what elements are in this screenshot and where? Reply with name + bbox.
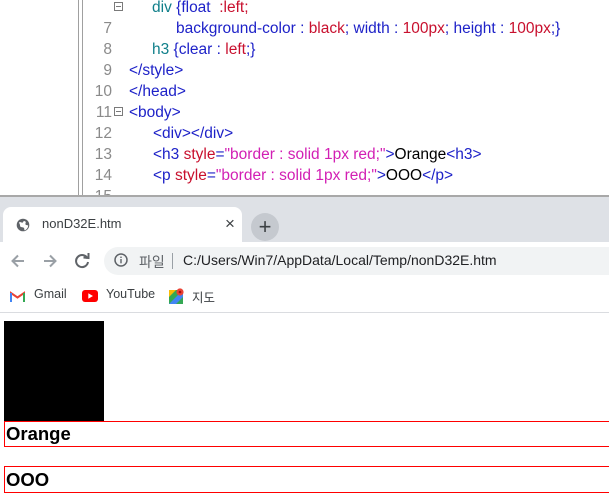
css-property: clear — [178, 41, 213, 58]
tab-strip: nonD32E.htm × + — [0, 197, 609, 242]
text-content: Orange — [394, 146, 447, 163]
gmail-icon — [10, 291, 25, 302]
code-text: div {float :left; — [152, 0, 249, 18]
css-property: background-color — [176, 20, 296, 37]
css-property: float — [181, 0, 211, 16]
attribute-value: "border : solid 1px red;" — [215, 167, 377, 184]
css-selector: div — [152, 0, 172, 16]
html-tag: <h3 — [153, 146, 184, 163]
code-punct: : — [212, 41, 226, 58]
css-property: width — [353, 20, 390, 37]
html-attribute: style — [183, 146, 216, 163]
code-punct: : — [295, 20, 309, 37]
code-line-13[interactable]: 13 <div></div> — [0, 123, 609, 163]
code-text: h3 {clear : left;} — [152, 39, 255, 60]
code-punct: ; — [244, 0, 249, 16]
fold-toggle-icon[interactable] — [114, 2, 123, 11]
css-property: height — [453, 20, 496, 37]
css-value: black — [308, 20, 345, 37]
code-punct: : — [210, 0, 224, 16]
code-punct: = — [215, 146, 225, 163]
browser-toolbar: 파일 C:/Users/Win7/AppData/Local/Temp/nonD… — [0, 242, 609, 280]
html-tag: </p> — [422, 167, 454, 184]
html-tag: > — [376, 167, 386, 184]
code-text: <h3 style="border : solid 1px red;">Oran… — [153, 144, 482, 165]
maps-icon — [169, 288, 184, 304]
code-punct: ;} — [550, 20, 561, 37]
code-line-10[interactable]: 10 </style> — [0, 60, 609, 100]
orange-heading: Orange — [4, 421, 609, 447]
code-punct: ;} — [245, 41, 256, 58]
close-tab-icon[interactable]: × — [221, 214, 239, 234]
html-tag: </head> — [129, 83, 186, 100]
forward-arrow-icon[interactable] — [37, 248, 63, 274]
css-value: left — [223, 0, 245, 16]
browser-window: nonD32E.htm × + 파일 C:/Users/Win7/AppData… — [0, 197, 609, 498]
code-line-9[interactable]: 9 h3 {clear : left;} — [0, 39, 609, 79]
html-tag: <body> — [129, 104, 181, 121]
code-line-7[interactable]: 7 div {float :left; — [0, 0, 609, 37]
html-tag: <h3> — [446, 146, 482, 163]
code-editor[interactable]: 7 div {float :left; 8 background-color :… — [0, 0, 609, 197]
page-viewport: Orange OOO — [0, 313, 609, 498]
code-punct: : — [495, 20, 509, 37]
bookmark-label: YouTube — [106, 287, 156, 301]
code-text: <p style="border : solid 1px red;">OOO</… — [153, 165, 453, 186]
bookmark-label: Gmail — [34, 287, 67, 301]
attribute-value: "border : solid 1px red;" — [224, 146, 386, 163]
html-tag: <div></div> — [153, 125, 234, 142]
html-tag: <p — [153, 167, 175, 184]
bookmark-maps[interactable]: 지도 — [169, 280, 224, 312]
bookmark-gmail[interactable]: Gmail — [8, 280, 70, 312]
css-value: left — [225, 41, 246, 58]
bookmark-youtube[interactable]: YouTube — [82, 280, 162, 312]
url-scheme-label: 파일 — [139, 254, 165, 270]
url-divider — [172, 253, 173, 269]
text-content: OOO — [385, 167, 423, 184]
html-tag: > — [385, 146, 395, 163]
code-punct: = — [206, 167, 216, 184]
code-punct: ; — [344, 20, 354, 37]
bookmark-label: 지도 — [192, 291, 216, 305]
ooo-paragraph: OOO — [4, 466, 609, 493]
html-attribute: style — [174, 167, 207, 184]
url-text[interactable]: C:/Users/Win7/AppData/Local/Temp/nonD32E… — [183, 252, 497, 268]
address-bar[interactable]: 파일 C:/Users/Win7/AppData/Local/Temp/nonD… — [104, 247, 609, 275]
css-selector: h3 — [152, 41, 170, 58]
code-line-14[interactable]: 14 <h3 style="border : solid 1px red;">O… — [0, 144, 609, 184]
new-tab-button[interactable]: + — [251, 213, 279, 241]
code-line-12[interactable]: 12 <body> — [0, 102, 609, 142]
tab-title: nonD32E.htm — [42, 216, 122, 231]
code-punct: { — [169, 41, 179, 58]
youtube-icon — [82, 290, 98, 302]
back-arrow-icon[interactable] — [5, 248, 31, 274]
fold-toggle-icon[interactable] — [114, 107, 123, 116]
css-value: 100px — [402, 20, 445, 37]
code-punct: { — [171, 0, 182, 16]
code-punct: : — [389, 20, 403, 37]
tab-nond32e[interactable]: nonD32E.htm × — [3, 207, 242, 242]
reload-icon[interactable] — [69, 248, 95, 274]
bookmarks-bar: Gmail YouTube 지도 — [0, 280, 609, 313]
code-line-8[interactable]: 8 background-color : black; width : 100p… — [0, 18, 609, 58]
code-text: background-color : black; width : 100px;… — [176, 18, 560, 39]
code-line-11[interactable]: 11 </head> — [0, 81, 609, 121]
css-value: 100px — [508, 20, 551, 37]
globe-icon — [16, 218, 30, 232]
floated-black-div — [4, 321, 104, 421]
info-icon[interactable] — [114, 253, 128, 267]
code-line-15[interactable]: 15 <p style="border : solid 1px red;">OO… — [0, 165, 609, 197]
html-tag: </style> — [129, 62, 184, 79]
